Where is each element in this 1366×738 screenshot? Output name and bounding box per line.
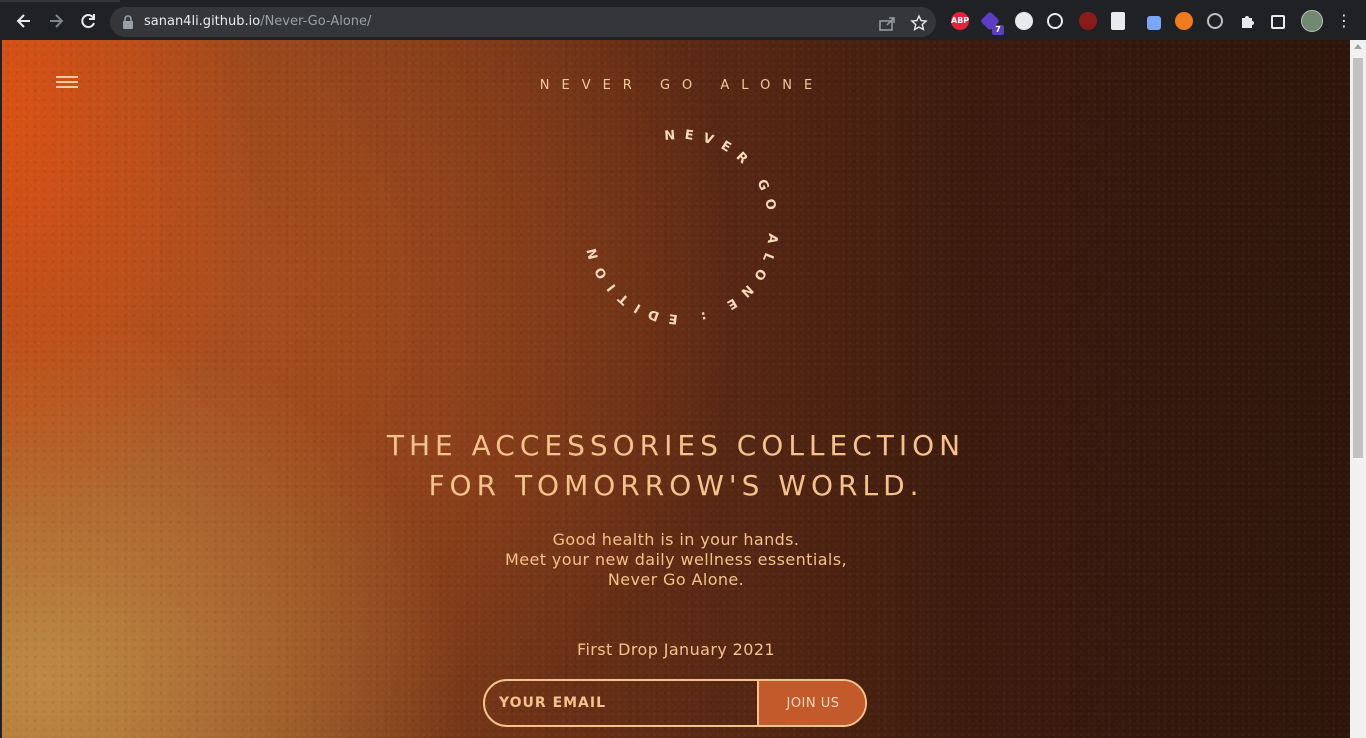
arrow-left-icon [16, 14, 30, 28]
url-host: sanan4li.github.io [144, 14, 261, 29]
extension-count: 7 [995, 25, 1001, 34]
scrollbar-thumb[interactable] [1353, 58, 1363, 458]
document-extension-icon[interactable] [1111, 12, 1125, 30]
globe-extension-icon[interactable] [1207, 13, 1223, 29]
tab-strip [0, 0, 120, 2]
translate-extension-icon[interactable] [1147, 16, 1161, 30]
headline-line-2: FOR TOMORROW'S WORLD. [428, 469, 924, 502]
reload-button[interactable] [78, 11, 98, 31]
devtools-extension-icon[interactable] [1015, 12, 1033, 30]
arrow-right-icon [50, 14, 64, 28]
menu-kebab-icon[interactable]: ⋮ [1334, 11, 1354, 31]
signup-form: JOIN US [483, 679, 867, 727]
extension-count-badge: 7 [992, 25, 1004, 35]
side-panel-icon[interactable] [1271, 15, 1285, 29]
tagline-line-3: Never Go Alone. [607, 570, 745, 589]
tagline-line-1: Good health is in your hands. [552, 530, 800, 549]
record-extension-icon[interactable] [1079, 12, 1097, 30]
tagline: Good health is in your hands. Meet your … [2, 530, 1350, 590]
lock-icon [123, 15, 133, 29]
react-devtools-icon[interactable] [1047, 13, 1063, 29]
tagline-line-2: Meet your new daily wellness essentials, [505, 550, 847, 569]
reload-icon [81, 14, 95, 29]
adblock-plus-icon[interactable]: ABP [951, 12, 969, 30]
puzzle-extensions-icon[interactable] [1239, 12, 1257, 30]
forward-button[interactable] [46, 11, 66, 31]
browser-toolbar: sanan4li.github.io/Never-Go-Alone/ ABP 7… [0, 0, 1366, 42]
circle-text-path: NEVER GO ALONE : EDITION 01 [576, 122, 780, 326]
bookmark-star-icon[interactable] [910, 14, 928, 32]
headline-line-1: THE ACCESSORIES COLLECTION [386, 429, 966, 462]
scroll-up-arrow-icon[interactable] [1354, 44, 1362, 49]
address-bar[interactable]: sanan4li.github.io/Never-Go-Alone/ [110, 7, 936, 37]
profile-avatar[interactable] [1301, 10, 1323, 32]
page-scrollbar[interactable] [1350, 40, 1366, 738]
hero-section: NEVER GO ALONE NEVER GO ALONE : EDITION … [2, 40, 1350, 738]
puzzle-icon [1242, 16, 1254, 28]
launch-date-text: First Drop January 2021 [577, 640, 775, 659]
url-text: sanan4li.github.io/Never-Go-Alone/ [144, 14, 371, 29]
rss-extension-icon[interactable] [1175, 12, 1193, 30]
adblock-label: ABP [951, 16, 970, 25]
join-button[interactable]: JOIN US [757, 681, 865, 725]
email-input[interactable] [485, 681, 757, 725]
brand-title: NEVER GO ALONE [539, 78, 825, 93]
headline: THE ACCESSORIES COLLECTION FOR TOMORROW'… [2, 426, 1350, 506]
url-path: /Never-Go-Alone/ [260, 14, 372, 29]
back-button[interactable] [14, 11, 34, 31]
share-icon[interactable] [878, 14, 896, 32]
circular-logo-text: NEVER GO ALONE : EDITION 01 [576, 122, 780, 326]
